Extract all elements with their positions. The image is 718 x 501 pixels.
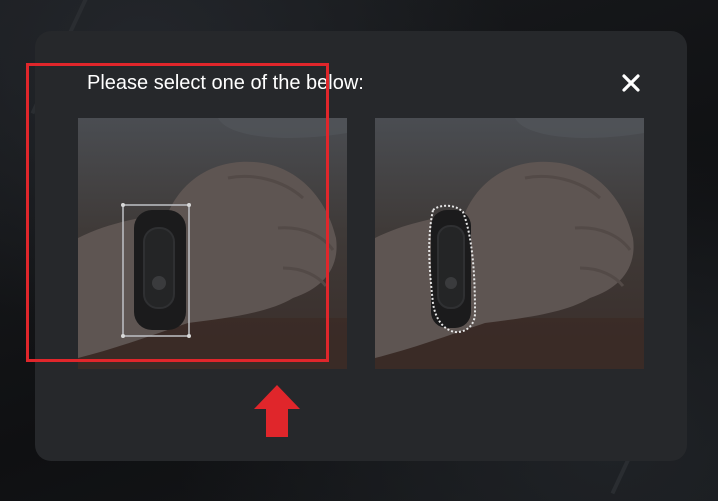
- arrow-up-icon: [252, 383, 302, 444]
- modal-title: Please select one of the below:: [87, 72, 364, 94]
- selection-modal: Please select one of the below:: [35, 31, 687, 461]
- segmentation-outline-option[interactable]: [375, 118, 644, 369]
- wrist-band-outline-image: [375, 118, 644, 369]
- close-icon: [622, 74, 640, 92]
- bounding-box-option[interactable]: [78, 118, 347, 369]
- close-button[interactable]: [619, 71, 643, 95]
- wrist-band-bounding-box-image: [78, 118, 347, 369]
